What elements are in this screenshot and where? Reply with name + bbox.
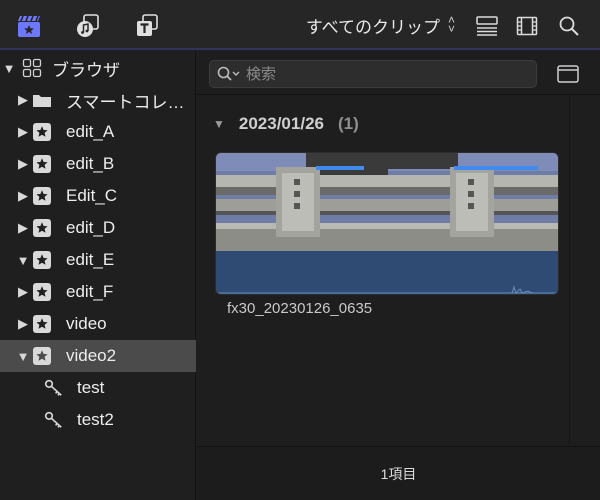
date-group-count: (1) xyxy=(337,114,359,133)
sidebar-item-label: video2 xyxy=(66,346,117,365)
divider xyxy=(197,94,600,95)
event-star-icon xyxy=(32,346,52,366)
event-star-icon xyxy=(32,154,52,174)
sidebar-item-label: video xyxy=(66,314,107,333)
sidebar-item-label: スマートコレ… xyxy=(66,92,185,112)
clip-filmstrip[interactable] xyxy=(215,152,559,295)
scrollbar-track[interactable] xyxy=(569,95,570,445)
item-count-label: 1項目 xyxy=(380,465,417,482)
filmstrip-icon[interactable] xyxy=(514,13,540,39)
sidebar-item-keyword-test[interactable]: test xyxy=(0,372,196,404)
updown-chevron-icon: ˄ ˅ xyxy=(447,13,455,36)
sidebar-item-label: Edit_C xyxy=(66,186,118,205)
status-footer: 1項目 xyxy=(197,446,600,500)
sidebar-item-edit-c[interactable]: ▶ Edit_C xyxy=(0,180,196,212)
clip-appearance-icon[interactable] xyxy=(474,13,500,39)
date-group-header[interactable]: ▼ 2023/01/26 (1) xyxy=(213,114,359,134)
inspector-panel-icon[interactable] xyxy=(555,62,581,86)
libraries-icon[interactable] xyxy=(16,13,42,39)
sidebar-item-edit-a[interactable]: ▶ edit_A xyxy=(0,116,196,148)
search-field[interactable] xyxy=(209,60,537,88)
clip-filter-label: すべてのクリップ xyxy=(305,17,440,37)
sidebar-item-smart-collections[interactable]: ▶ スマートコレ… xyxy=(0,84,196,116)
sidebar-root-browser[interactable]: ▼ ブラウザ xyxy=(0,52,196,84)
date-group-label: 2023/01/26 xyxy=(238,114,324,133)
sidebar-item-label: test xyxy=(77,378,105,397)
disclosure-closed-icon[interactable]: ▶ xyxy=(16,220,30,236)
event-star-icon xyxy=(32,122,52,142)
sidebar-item-label: test2 xyxy=(77,410,114,429)
disclosure-closed-icon[interactable]: ▶ xyxy=(16,188,30,204)
sidebar-root-label: ブラウザ xyxy=(52,60,120,80)
clip-thumbnail xyxy=(388,153,558,251)
sidebar-item-video[interactable]: ▶ video xyxy=(0,308,196,340)
event-star-icon xyxy=(32,250,52,270)
sidebar-item-edit-e[interactable]: ▼ edit_E xyxy=(0,244,196,276)
library-sidebar: ▼ ブラウザ ▶ スマートコレ… ▶ edit_A ▶ edit_B ▶ Edi… xyxy=(0,52,196,500)
sidebar-item-edit-d[interactable]: ▶ edit_D xyxy=(0,212,196,244)
sidebar-item-label: edit_D xyxy=(66,218,116,237)
search-icon[interactable] xyxy=(556,13,582,39)
search-input[interactable] xyxy=(246,65,506,83)
browser-grid-icon xyxy=(22,58,42,78)
sidebar-item-label: edit_F xyxy=(66,282,114,301)
titles-generators-icon[interactable] xyxy=(134,13,160,39)
disclosure-closed-icon[interactable]: ▶ xyxy=(16,156,30,172)
disclosure-closed-icon[interactable]: ▶ xyxy=(16,124,30,140)
sidebar-item-edit-b[interactable]: ▶ edit_B xyxy=(0,148,196,180)
folder-icon xyxy=(32,90,52,110)
browser-pane: ▼ 2023/01/26 (1) xyxy=(197,52,600,500)
sidebar-item-label: edit_E xyxy=(66,250,115,269)
disclosure-open-icon[interactable]: ▼ xyxy=(213,117,225,131)
clip-filter-popup[interactable]: すべてのクリップ ˄ ˅ xyxy=(306,0,455,50)
disclosure-open-icon[interactable]: ▼ xyxy=(2,61,16,76)
event-star-icon xyxy=(32,186,52,206)
disclosure-closed-icon[interactable]: ▶ xyxy=(16,284,30,300)
clip-name-label: fx30_20230126_0635 xyxy=(227,300,373,317)
sidebar-item-label: edit_B xyxy=(66,154,115,173)
event-star-icon xyxy=(32,282,52,302)
clip-thumbnail xyxy=(216,153,388,251)
toolbar: すべてのクリップ ˄ ˅ xyxy=(0,0,600,50)
disclosure-closed-icon[interactable]: ▶ xyxy=(16,92,30,108)
disclosure-open-icon[interactable]: ▼ xyxy=(16,253,30,268)
sidebar-item-edit-f[interactable]: ▶ edit_F xyxy=(0,276,196,308)
photos-audio-icon[interactable] xyxy=(75,13,101,39)
clip-audio-waveform xyxy=(216,251,558,294)
disclosure-closed-icon[interactable]: ▶ xyxy=(16,316,30,332)
search-options-icon[interactable] xyxy=(216,65,242,83)
event-star-icon xyxy=(32,314,52,334)
event-star-icon xyxy=(32,218,52,238)
key-icon xyxy=(44,410,64,430)
sidebar-item-label: edit_A xyxy=(66,122,115,141)
sidebar-item-keyword-test2[interactable]: test2 xyxy=(0,404,196,436)
disclosure-open-icon[interactable]: ▼ xyxy=(16,349,30,364)
sidebar-item-video2[interactable]: ▼ video2 xyxy=(0,340,196,372)
key-icon xyxy=(44,378,64,398)
